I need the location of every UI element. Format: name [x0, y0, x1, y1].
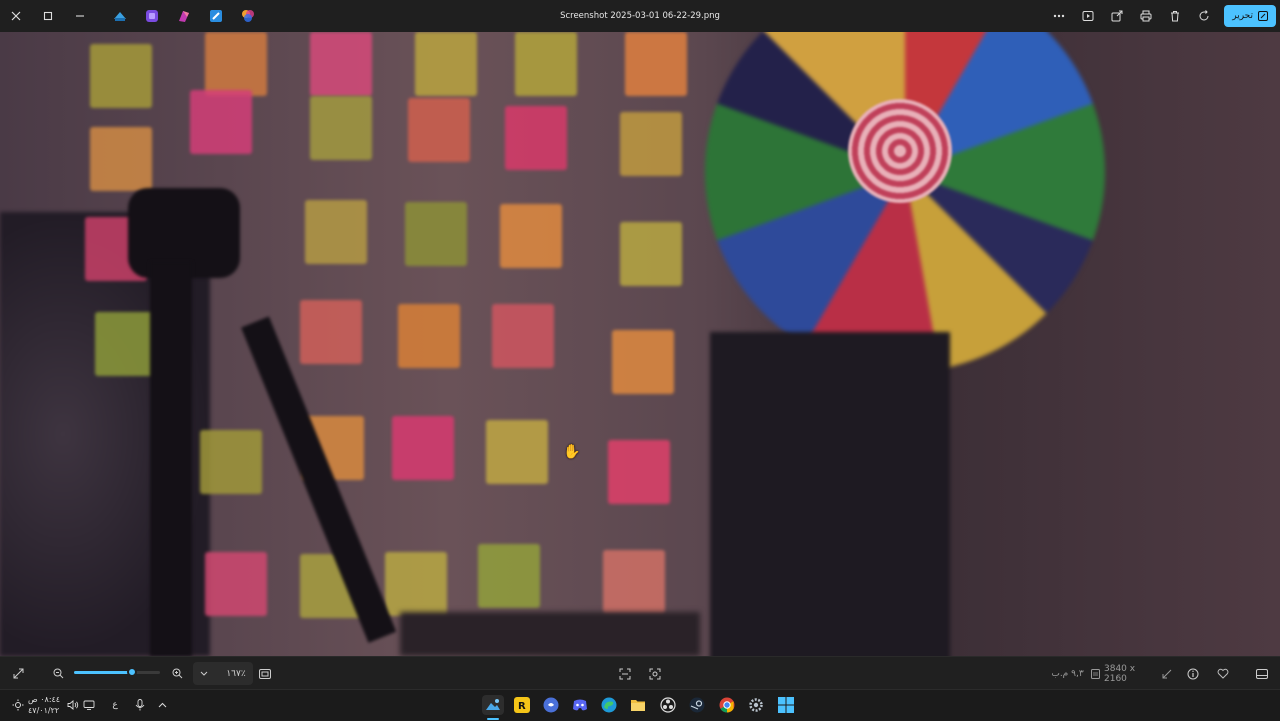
designer-icon[interactable]: [136, 0, 168, 32]
image-dimensions: 3840 x 2160: [1104, 663, 1136, 684]
slideshow-icon[interactable]: [1073, 0, 1102, 32]
zoom-percent: ١٦٧٪: [226, 668, 246, 679]
photo-note: [408, 98, 470, 162]
photo-note: [415, 32, 477, 96]
file-size-icon: [1088, 657, 1102, 690]
weather-icon[interactable]: [11, 695, 25, 715]
edit-icon: [1258, 11, 1268, 21]
photo-note: [625, 32, 687, 96]
zoom-dropdown[interactable]: ١٦٧٪: [193, 662, 253, 685]
visual-search-icon[interactable]: [645, 657, 665, 690]
photo-note: [478, 544, 540, 608]
photo-note: [385, 552, 447, 616]
photo-note: [310, 96, 372, 160]
edit-button[interactable]: تحرير: [1224, 5, 1276, 27]
zoom-slider-fill: [74, 671, 132, 674]
photo-note: [492, 304, 554, 368]
photo-note: [310, 32, 372, 96]
photo-note: [398, 304, 460, 368]
filmstrip-icon[interactable]: [1252, 657, 1272, 690]
fit-to-window-icon[interactable]: [255, 657, 275, 690]
print-icon[interactable]: [1131, 0, 1160, 32]
delete-icon[interactable]: [1160, 0, 1189, 32]
photo-note: [305, 200, 367, 264]
zoom-in-icon[interactable]: [167, 657, 187, 690]
photo-note: [486, 420, 548, 484]
photo-note: [603, 550, 665, 614]
photo-wheel-center: [848, 99, 952, 203]
fullscreen-icon[interactable]: [8, 657, 28, 690]
zoom-slider-thumb[interactable]: [126, 667, 137, 677]
file-explorer-icon[interactable]: [628, 695, 648, 715]
zoom-slider[interactable]: [74, 667, 160, 677]
restore-icon[interactable]: [32, 0, 64, 32]
photo-note: [90, 44, 152, 108]
svg-text:R: R: [518, 701, 526, 712]
onenote-icon[interactable]: [168, 0, 200, 32]
minimize-icon[interactable]: [64, 0, 96, 32]
steam-icon[interactable]: [687, 695, 707, 715]
paint-icon[interactable]: [200, 0, 232, 32]
photo-note: [95, 312, 157, 376]
photo-view[interactable]: [0, 32, 1280, 656]
photo-desk-edge: [400, 612, 700, 656]
photo-note: [200, 430, 262, 494]
ocr-scan-icon[interactable]: [615, 657, 635, 690]
photo-note: [392, 416, 454, 480]
edit-label: تحرير: [1232, 11, 1253, 21]
obs-icon[interactable]: [658, 695, 678, 715]
info-icon[interactable]: [1183, 657, 1203, 690]
dimensions-icon: [1160, 657, 1174, 690]
rotate-icon[interactable]: [1189, 0, 1218, 32]
photo-note: [620, 222, 682, 286]
taskbar: ٠٨:٤٤ ص ٤٧/٠١/٢٢ ع R: [0, 689, 1280, 721]
edge-icon[interactable]: [599, 695, 619, 715]
photo-note: [205, 552, 267, 616]
share-icon[interactable]: [1102, 0, 1131, 32]
favorite-heart-icon[interactable]: [1213, 657, 1233, 690]
photo-note: [300, 300, 362, 364]
title-bar: Screenshot 2025-03-01 06-22-29.png تحرير: [0, 0, 1280, 32]
photo-note: [608, 440, 670, 504]
photo-note: [515, 32, 577, 96]
clipchamp-icon[interactable]: [104, 0, 136, 32]
clock-time[interactable]: ٠٨:٤٤ ص: [28, 695, 60, 704]
photo-note: [500, 204, 562, 268]
rockstar-icon[interactable]: R: [512, 695, 532, 715]
photo-note: [405, 202, 467, 266]
title-bar-left: [0, 0, 264, 32]
hand-cursor-icon: ✋: [563, 444, 581, 460]
settings-icon[interactable]: [746, 695, 766, 715]
close-icon[interactable]: [0, 0, 32, 32]
start-icon[interactable]: [776, 695, 796, 715]
photo-note: [190, 90, 252, 154]
photo-tripod-leg: [150, 262, 192, 656]
file-size: ٩,٣ م.ب: [1051, 668, 1084, 679]
title-bar-actions: تحرير: [1044, 0, 1280, 32]
photo-note: [620, 112, 682, 176]
viewer-toolbar: ١٦٧٪ ٩,٣ م.ب 3840 x 2160: [0, 656, 1280, 690]
network-icon[interactable]: [82, 695, 96, 715]
zoom-out-icon[interactable]: [48, 657, 68, 690]
photo-note: [90, 127, 152, 191]
clock-date[interactable]: ٤٧/٠١/٢٢: [28, 706, 59, 715]
discord-ptb-icon[interactable]: [541, 695, 561, 715]
photo-note: [505, 106, 567, 170]
photos-icon[interactable]: [482, 695, 504, 715]
chevron-up-icon[interactable]: [154, 695, 170, 715]
photos-copilot-icon[interactable]: [232, 0, 264, 32]
input-language[interactable]: ع: [106, 695, 124, 715]
volume-icon[interactable]: [66, 695, 80, 715]
microphone-icon[interactable]: [132, 695, 148, 715]
photo-note: [612, 330, 674, 394]
photo-curtain: [710, 332, 950, 656]
photo-note: [205, 32, 267, 96]
more-icon[interactable]: [1044, 0, 1073, 32]
discord-icon[interactable]: [570, 695, 590, 715]
chevron-down-icon: [200, 671, 208, 676]
chrome-icon[interactable]: [717, 695, 737, 715]
